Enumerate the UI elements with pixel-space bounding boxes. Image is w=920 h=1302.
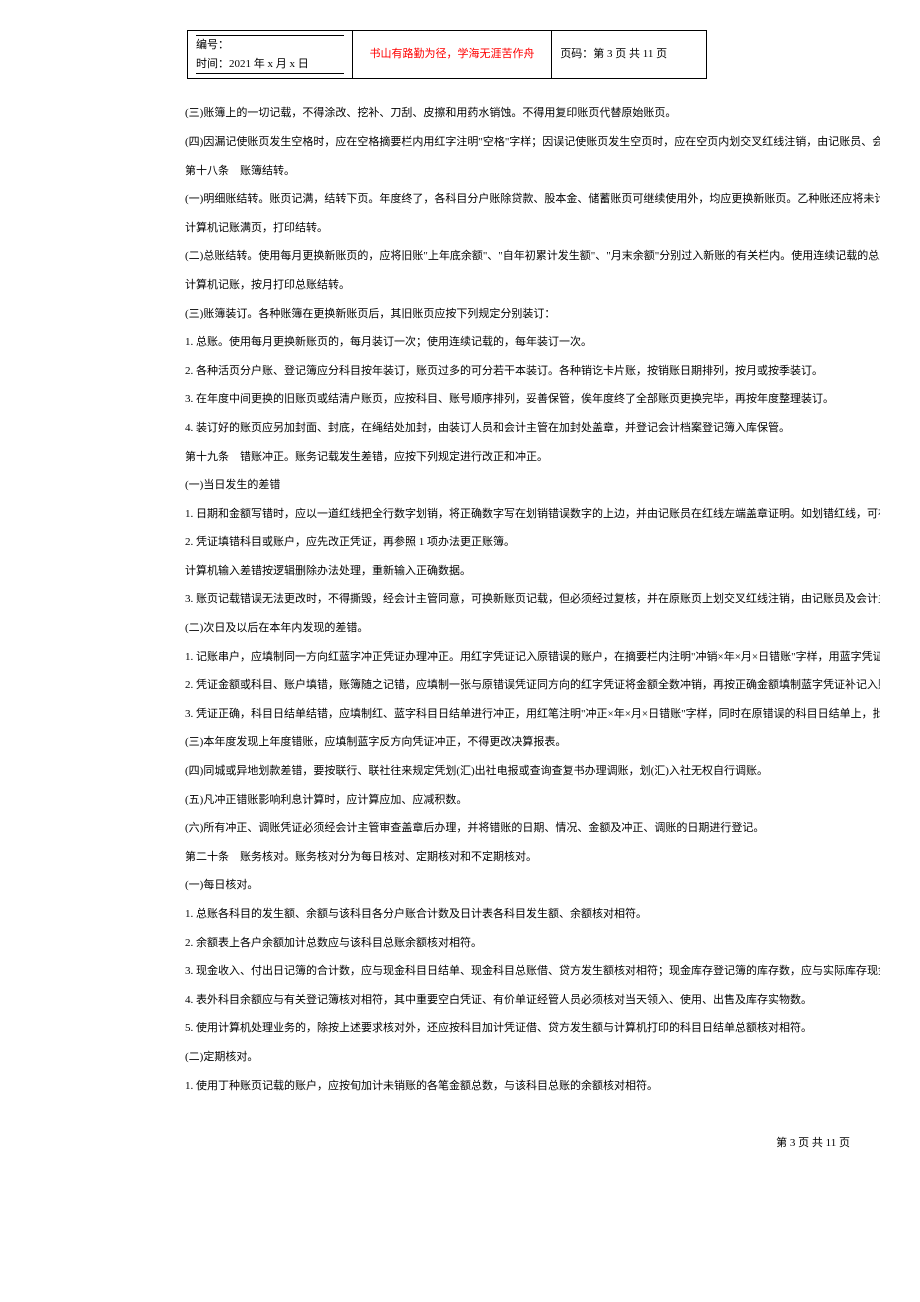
header-table: 编号： 时间：2021 年 x 月 x 日 书山有路勤为径，学海无涯苦作舟 页码…: [187, 30, 707, 79]
paragraph: (四)因漏记使账页发生空格时，应在空格摘要栏内用红字注明"空格"字样；因误记使账…: [185, 128, 880, 157]
paragraph: 计算机输入差错按逻辑删除办法处理，重新输入正确数据。: [185, 557, 880, 586]
paragraph: (二)总账结转。使用每月更换新账页的，应将旧账"上年底余额"、"自年初累计发生额…: [185, 242, 880, 271]
header-page-label: 页码：第 3 页 共 11 页: [560, 48, 667, 60]
paragraph: 1. 总账。使用每月更换新账页的，每月装订一次；使用连续记载的，每年装订一次。: [185, 328, 880, 357]
paragraph: (一)每日核对。: [185, 871, 880, 900]
paragraph: 第十八条 账簿结转。: [185, 157, 880, 186]
paragraph: (一)当日发生的差错: [185, 471, 880, 500]
paragraph: 1. 记账串户，应填制同一方向红蓝字冲正凭证办理冲正。用红字凭证记入原错误的账户…: [185, 643, 880, 672]
page-footer: 第 3 页 共 11 页: [185, 1135, 880, 1152]
paragraph: 2. 凭证填错科目或账户，应先改正凭证，再参照 1 项办法更正账簿。: [185, 528, 880, 557]
paragraph: (六)所有冲正、调账凭证必须经会计主管审查盖章后办理，并将错账的日期、情况、金额…: [185, 814, 880, 843]
paragraph: 5. 使用计算机处理业务的，除按上述要求核对外，还应按科目加计凭证借、贷方发生额…: [185, 1014, 880, 1043]
header-left-cell: 编号： 时间：2021 年 x 月 x 日: [188, 31, 353, 79]
paragraph: (四)同城或异地划款差错，要按联行、联社往来规定凭划(汇)出社电报或查询查复书办…: [185, 757, 880, 786]
paragraph: 3. 凭证正确，科目日结单结错，应填制红、蓝字科目日结单进行冲正，用红笔注明"冲…: [185, 700, 880, 729]
paragraph: 3. 现金收入、付出日记簿的合计数，应与现金科目日结单、现金科目总账借、贷方发生…: [185, 957, 880, 986]
paragraph: (一)明细账结转。账页记满，结转下页。年度终了，各科目分户账除贷款、股本金、储蓄…: [185, 185, 880, 214]
paragraph: 第十九条 错账冲正。账务记载发生差错，应按下列规定进行改正和冲正。: [185, 443, 880, 472]
paragraph: (三)本年度发现上年度错账，应填制蓝字反方向凭证冲正，不得更改决算报表。: [185, 728, 880, 757]
header-slogan: 书山有路勤为径，学海无涯苦作舟: [369, 48, 534, 60]
paragraph: 3. 在年度中间更换的旧账页或结清户账页，应按科目、账号顺序排列，妥善保管，俟年…: [185, 385, 880, 414]
paragraph: 2. 余额表上各户余额加计总数应与该科目总账余额核对相符。: [185, 929, 880, 958]
document-content: (三)账簿上的一切记载，不得涂改、挖补、刀刮、皮擦和用药水销蚀。不得用复印账页代…: [185, 99, 880, 1100]
paragraph: (三)账簿装订。各种账簿在更换新账页后，其旧账页应按下列规定分别装订：: [185, 300, 880, 329]
doc-id-label: 编号：: [196, 39, 229, 51]
paragraph: (三)账簿上的一切记载，不得涂改、挖补、刀刮、皮擦和用药水销蚀。不得用复印账页代…: [185, 99, 880, 128]
paragraph: 第二十条 账务核对。账务核对分为每日核对、定期核对和不定期核对。: [185, 843, 880, 872]
paragraph: 4. 装订好的账页应另加封面、封底，在绳结处加封，由装订人员和会计主管在加封处盖…: [185, 414, 880, 443]
footer-page-number: 第 3 页 共 11 页: [776, 1137, 850, 1149]
doc-time-label: 时间：2021 年 x 月 x 日: [196, 58, 309, 70]
paragraph: 2. 各种活页分户账、登记簿应分科目按年装订，账页过多的可分若干本装订。各种销讫…: [185, 357, 880, 386]
paragraph: (二)次日及以后在本年内发现的差错。: [185, 614, 880, 643]
paragraph: 1. 总账各科目的发生额、余额与该科目各分户账合计数及日计表各科目发生额、余额核…: [185, 900, 880, 929]
paragraph: 3. 账页记载错误无法更改时，不得撕毁，经会计主管同意，可换新账页记载，但必须经…: [185, 585, 880, 614]
paragraph: 计算机记账满页，打印结转。: [185, 214, 880, 243]
paragraph: (二)定期核对。: [185, 1043, 880, 1072]
paragraph: (五)凡冲正错账影响利息计算时，应计算应加、应减积数。: [185, 786, 880, 815]
paragraph: 计算机记账，按月打印总账结转。: [185, 271, 880, 300]
paragraph: 1. 日期和金额写错时，应以一道红线把全行数字划销，将正确数字写在划销错误数字的…: [185, 500, 880, 529]
paragraph: 4. 表外科目余额应与有关登记簿核对相符，其中重要空白凭证、有价单证经管人员必须…: [185, 986, 880, 1015]
paragraph: 1. 使用丁种账页记载的账户，应按旬加计未销账的各笔金额总数，与该科目总账的余额…: [185, 1072, 880, 1101]
paragraph: 2. 凭证金额或科目、账户填错，账簿随之记错，应填制一张与原错误凭证同方向的红字…: [185, 671, 880, 700]
header-center-cell: 书山有路勤为径，学海无涯苦作舟: [352, 31, 552, 79]
header-right-cell: 页码：第 3 页 共 11 页: [552, 31, 707, 79]
